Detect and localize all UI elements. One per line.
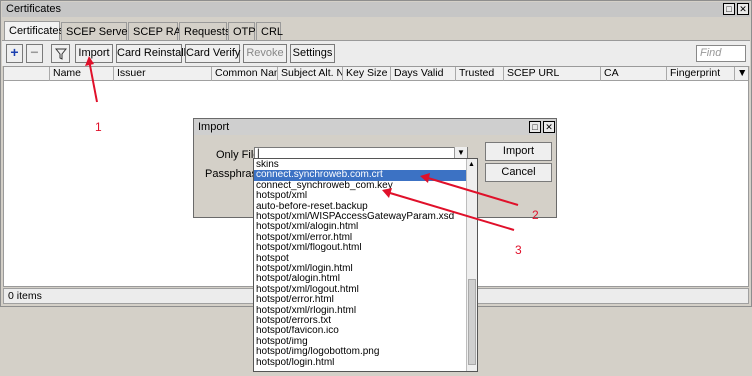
annotation-arrow-1 bbox=[88, 59, 98, 103]
annotation-arrowhead-2 bbox=[420, 173, 430, 183]
annotation-arrowhead-1 bbox=[85, 56, 94, 66]
annotation-label-2: 2 bbox=[532, 208, 539, 222]
annotation-label-3: 3 bbox=[515, 243, 522, 257]
annotation-arrow-2 bbox=[427, 177, 519, 206]
annotation-label-1: 1 bbox=[95, 120, 102, 134]
annotation-overlay bbox=[85, 56, 519, 231]
annotation-arrowhead-3 bbox=[382, 188, 392, 198]
